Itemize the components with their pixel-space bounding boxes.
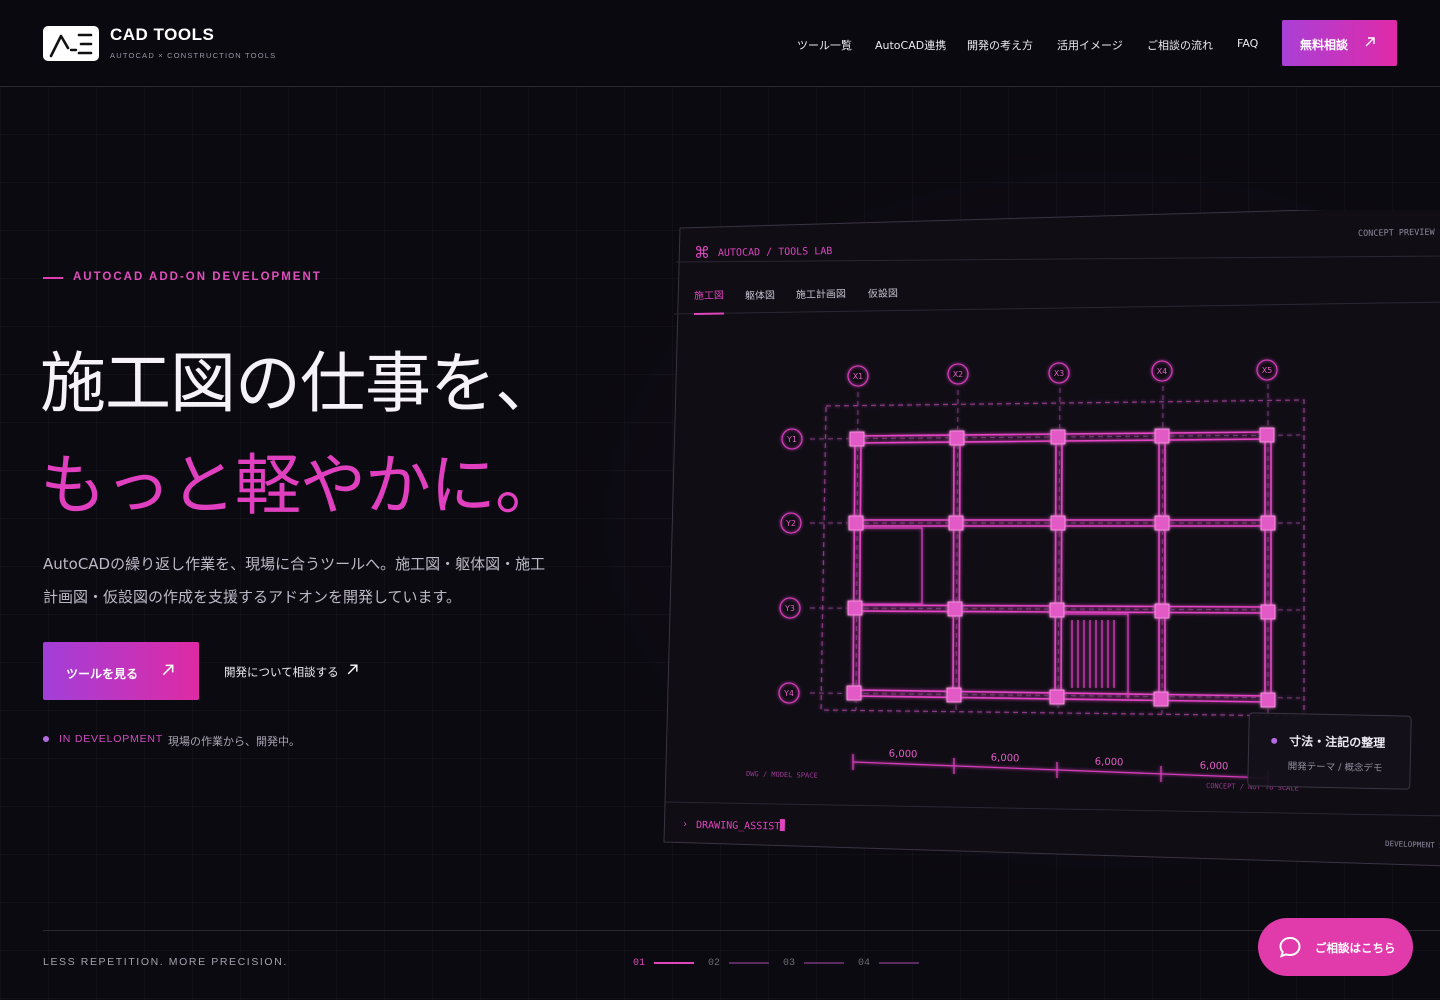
tab-kasetsuzu[interactable]: 仮設図 <box>868 286 898 300</box>
arrow-up-right-icon <box>346 663 359 679</box>
grid-label-x5: X5 <box>1262 366 1273 375</box>
pager-item-03[interactable]: 03 <box>783 958 795 969</box>
console-cursor <box>779 819 785 832</box>
chat-bubble-icon <box>1279 936 1301 958</box>
main-nav: ツール一覧 AutoCAD連携 開発の考え方 活用イメージ ご相談の流れ FAQ <box>0 37 1440 53</box>
headline-line-2: もっと軽やかに。 <box>40 447 561 524</box>
tab-kutaizu[interactable]: 躯体図 <box>745 288 775 302</box>
pager-bar-01[interactable] <box>654 962 694 964</box>
pager-bar-02[interactable] <box>729 962 769 964</box>
tab-sekozu[interactable]: 施工図 <box>694 288 724 302</box>
preview-breadcrumb: AUTOCAD / TOOLS LAB <box>718 246 833 259</box>
status-text: 現場の作業から、開発中。 <box>168 735 300 748</box>
svg-text:⌘: ⌘ <box>694 243 710 262</box>
console-command[interactable]: DRAWING_ASSIST <box>696 820 780 832</box>
status-tag: IN DEVELOPMENT <box>59 733 163 745</box>
grid-label-y3: Y3 <box>784 604 795 613</box>
arrow-up-right-icon <box>161 663 175 680</box>
hero-lead: AutoCADの繰り返し作業を、現場に合うツールへ。施工図・躯体図・施工 計画図… <box>43 548 583 614</box>
hero-lead-line-2: 計画図・仮設図の作成を支援するアドオンを開発しています。 <box>43 588 462 606</box>
eyebrow-line <box>43 277 63 279</box>
hero-lead-line-1: AutoCADの繰り返し作業を、現場に合うツールへ。施工図・躯体図・施工 <box>43 555 546 573</box>
nav-item-flow[interactable]: ご相談の流れ <box>1147 37 1213 53</box>
pager-bar-04[interactable] <box>879 962 919 964</box>
brand-subtitle: AUTOCAD × CONSTRUCTION TOOLS <box>110 51 277 60</box>
grid-label-x4: X4 <box>1157 367 1168 376</box>
bottom-divider <box>43 930 1440 931</box>
free-consultation-button[interactable]: 無料相談 <box>1282 20 1397 66</box>
status-dot <box>43 736 49 742</box>
view-tools-button[interactable]: ツールを見る <box>43 642 199 700</box>
dimension-label-3: 6,000 <box>1095 757 1124 769</box>
pager-bar-03[interactable] <box>804 962 844 964</box>
grid-label-y2: Y2 <box>785 519 796 528</box>
pager-item-02[interactable]: 02 <box>708 958 720 969</box>
dimension-label-4: 6,000 <box>1200 761 1229 773</box>
dimension-label-1: 6,000 <box>889 749 918 761</box>
command-icon: ⌘ <box>694 243 710 262</box>
preview-badge: CONCEPT PREVIEW <box>1358 228 1436 239</box>
nav-item-faq[interactable]: FAQ <box>1237 37 1258 50</box>
console-prompt-icon: › <box>682 819 688 830</box>
arrow-up-right-icon <box>1364 36 1376 51</box>
grid-label-x2: X2 <box>953 370 964 379</box>
feature-title: 寸法・注記の整理 <box>1289 734 1386 751</box>
chat-consult-button[interactable]: ご相談はこちら <box>1258 918 1413 976</box>
chat-consult-label: ご相談はこちら <box>1315 941 1396 955</box>
consult-development-label: 開発について相談する <box>224 665 339 679</box>
nav-item-autocad[interactable]: AutoCAD連携 <box>875 37 946 53</box>
dimension-label-2: 6,000 <box>991 753 1020 765</box>
site-header: CAD TOOLS AUTOCAD × CONSTRUCTION TOOLS ツ… <box>0 0 1440 87</box>
grid-label-x1: X1 <box>853 372 864 381</box>
slide-pager: 01 02 03 04 <box>0 958 1000 972</box>
nav-item-philosophy[interactable]: 開発の考え方 <box>967 37 1033 53</box>
nav-item-tools[interactable]: ツール一覧 <box>797 37 852 53</box>
grid-label-y4: Y4 <box>783 689 794 698</box>
view-tools-label: ツールを見る <box>66 667 139 681</box>
feature-subtitle: 開発テーマ / 概念デモ <box>1287 761 1383 775</box>
free-consultation-label: 無料相談 <box>1300 38 1349 52</box>
tab-sekokeikakuzu[interactable]: 施工計画図 <box>796 287 846 301</box>
grid-label-x3: X3 <box>1054 369 1065 378</box>
headline-line-1: 施工図の仕事を、 <box>40 345 561 422</box>
nav-item-usage[interactable]: 活用イメージ <box>1057 37 1123 53</box>
pager-item-01[interactable]: 01 <box>633 958 645 969</box>
pager-item-04[interactable]: 04 <box>858 958 870 969</box>
feature-card: 寸法・注記の整理 開発テーマ / 概念デモ <box>1247 712 1412 790</box>
hero-eyebrow: AUTOCAD ADD-ON DEVELOPMENT <box>73 271 322 283</box>
feature-dot <box>1271 737 1278 744</box>
grid-label-y1: Y1 <box>786 435 797 444</box>
consult-development-button[interactable]: 開発について相談する <box>224 664 358 680</box>
